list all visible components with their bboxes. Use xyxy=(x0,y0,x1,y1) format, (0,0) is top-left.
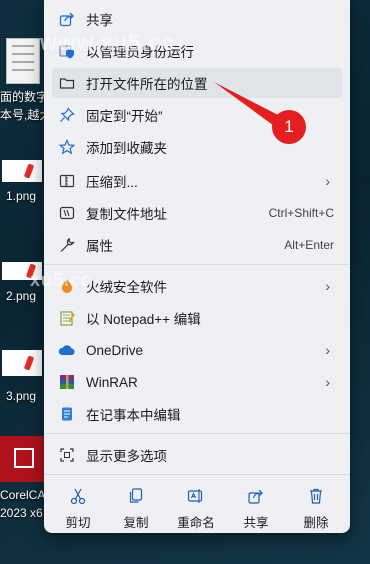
menu-item-label: 火绒安全软件 xyxy=(86,280,167,295)
corel-label-line2: 2023 x6 xyxy=(0,506,43,520)
desktop-file-label-line1: 面的数字 xyxy=(0,90,49,104)
copy-icon xyxy=(110,484,162,508)
shortcut-text: Alt+Enter xyxy=(284,238,334,252)
menu-item-label: 压缩到... xyxy=(86,175,138,190)
document-file-icon[interactable] xyxy=(6,38,40,84)
menu-separator xyxy=(44,264,350,265)
png-thumbnail-1[interactable] xyxy=(2,160,42,182)
menu-separator xyxy=(44,474,350,475)
menu-item-notepadpp[interactable]: 以 Notepad++ 编辑 xyxy=(52,303,342,333)
star-icon xyxy=(58,138,76,156)
png-thumbnail-3[interactable] xyxy=(2,350,42,376)
menu-item-label: 打开文件所在的位置 xyxy=(86,77,208,92)
share-button[interactable]: 共享 xyxy=(230,484,282,531)
wrench-icon xyxy=(58,236,76,254)
scissors-icon xyxy=(52,484,104,508)
rename-icon xyxy=(170,484,222,508)
menu-item-label: 固定到“开始” xyxy=(86,109,163,124)
context-menu: 共享 以管理员身份运行 打开文件所在的位置 固定到“开始” 添加到收藏夹 压缩到… xyxy=(44,0,350,533)
shortcut-text: Ctrl+Shift+C xyxy=(268,206,334,220)
menu-item-show-more-options[interactable]: 显示更多选项 xyxy=(52,440,342,470)
menu-item-label: 复制文件地址 xyxy=(86,207,167,222)
winrar-icon xyxy=(58,373,76,391)
notepadpp-icon xyxy=(58,309,76,327)
action-label: 剪切 xyxy=(65,516,91,530)
cloud-icon xyxy=(58,341,76,359)
menu-item-label: WinRAR xyxy=(86,374,138,390)
notepad-icon xyxy=(58,405,76,423)
menu-item-label: 添加到收藏夹 xyxy=(86,141,167,156)
action-label: 共享 xyxy=(243,516,269,530)
pin-icon xyxy=(58,106,76,124)
action-label: 重命名 xyxy=(177,516,215,530)
zip-icon xyxy=(58,172,76,190)
menu-item-label: 共享 xyxy=(86,13,113,28)
menu-item-onedrive[interactable]: OneDrive › xyxy=(52,335,342,365)
chevron-right-icon: › xyxy=(325,278,330,294)
action-label: 删除 xyxy=(303,516,329,530)
delete-button[interactable]: 删除 xyxy=(290,484,342,531)
menu-item-copy-file-path[interactable]: 复制文件地址 Ctrl+Shift+C xyxy=(52,198,342,228)
menu-item-edit-in-notepad[interactable]: 在记事本中编辑 xyxy=(52,399,342,429)
menu-item-properties[interactable]: 属性 Alt+Enter xyxy=(52,230,342,260)
share-icon xyxy=(58,10,76,28)
desktop-file-2[interactable]: 2.png xyxy=(6,289,36,303)
chevron-right-icon: › xyxy=(325,374,330,390)
menu-item-winrar[interactable]: WinRAR › xyxy=(52,367,342,397)
desktop-file-3[interactable]: 3.png xyxy=(6,389,36,403)
folder-icon xyxy=(58,74,76,92)
share-icon xyxy=(230,484,282,508)
desktop-file-1[interactable]: 1.png xyxy=(6,189,36,203)
chevron-right-icon: › xyxy=(325,342,330,358)
menu-item-huorong[interactable]: 火绒安全软件 › xyxy=(52,271,342,301)
menu-item-label: 显示更多选项 xyxy=(86,449,167,464)
menu-item-label: 在记事本中编辑 xyxy=(86,408,181,423)
corel-label-line1: CorelCA xyxy=(0,488,46,502)
menu-item-open-file-location[interactable]: 打开文件所在的位置 xyxy=(52,68,342,98)
menu-item-label: OneDrive xyxy=(86,342,144,358)
menu-item-compress-to[interactable]: 压缩到... › xyxy=(52,166,342,196)
chevron-right-icon: › xyxy=(325,173,330,189)
copy-path-icon xyxy=(58,204,76,222)
copy-button[interactable]: 复制 xyxy=(110,484,162,531)
cut-button[interactable]: 剪切 xyxy=(52,484,104,531)
menu-separator xyxy=(44,433,350,434)
coreldraw-app-icon[interactable] xyxy=(0,436,44,482)
annotation-number-badge: 1 xyxy=(272,110,306,144)
watermark-top: www.xu5.cc xyxy=(40,30,176,55)
trash-icon xyxy=(290,484,342,508)
watermark-mid: xu5.cc xyxy=(30,270,93,290)
menu-item-label: 以 Notepad++ 编辑 xyxy=(86,312,201,327)
quick-actions-bar: 剪切 复制 重命名 共享 删除 xyxy=(44,484,350,540)
rename-button[interactable]: 重命名 xyxy=(170,484,222,531)
action-label: 复制 xyxy=(123,516,149,530)
more-options-icon xyxy=(58,446,76,464)
menu-item-label: 属性 xyxy=(86,239,113,254)
